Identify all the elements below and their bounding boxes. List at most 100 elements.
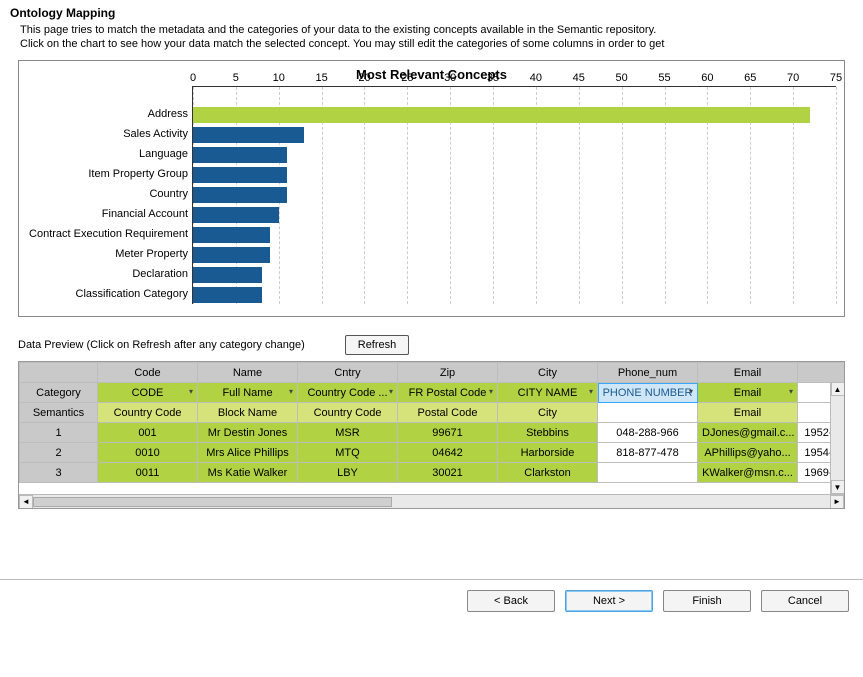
- scroll-right-icon[interactable]: ►: [830, 495, 844, 509]
- data-cell[interactable]: Harborside: [498, 443, 598, 463]
- chart-x-tick: 75: [830, 72, 842, 84]
- semantics-cell[interactable]: Country Code: [298, 403, 398, 423]
- wizard-footer: < Back Next > Finish Cancel: [0, 580, 863, 622]
- semantics-cell[interactable]: Block Name: [198, 403, 298, 423]
- scroll-thumb[interactable]: [33, 497, 392, 507]
- row-number: 3: [20, 463, 98, 483]
- chart-y-label: Language: [27, 144, 192, 164]
- category-dropdown[interactable]: Email: [698, 383, 798, 403]
- chart-x-tick: 15: [315, 72, 327, 84]
- back-button[interactable]: < Back: [467, 590, 555, 612]
- row-number: 2: [20, 443, 98, 463]
- data-cell[interactable]: 30021: [398, 463, 498, 483]
- row-number: 1: [20, 423, 98, 443]
- chart-x-tick: 5: [233, 72, 239, 84]
- category-dropdown[interactable]: CITY NAME: [498, 383, 598, 403]
- chart-bar[interactable]: [193, 127, 304, 143]
- page-title: Ontology Mapping: [10, 6, 853, 20]
- chart-x-tick: 50: [616, 72, 628, 84]
- data-cell[interactable]: DJones@gmail.c...: [698, 423, 798, 443]
- chart-y-labels: AddressSales ActivityLanguageItem Proper…: [27, 86, 192, 304]
- page-desc-1: This page tries to match the metadata an…: [20, 24, 853, 36]
- data-cell[interactable]: [598, 463, 698, 483]
- category-dropdown[interactable]: PHONE NUMBER: [598, 383, 698, 403]
- data-cell[interactable]: MSR: [298, 423, 398, 443]
- column-header[interactable]: City: [498, 363, 598, 383]
- chart-y-label: Country: [27, 184, 192, 204]
- category-row-header: Category: [20, 383, 98, 403]
- column-header[interactable]: Cntry: [298, 363, 398, 383]
- semantics-cell[interactable]: [598, 403, 698, 423]
- column-header[interactable]: Phone_num: [598, 363, 698, 383]
- chart-y-label: Meter Property: [27, 244, 192, 264]
- column-header[interactable]: Name: [198, 363, 298, 383]
- finish-button[interactable]: Finish: [663, 590, 751, 612]
- data-cell[interactable]: 048-288-966: [598, 423, 698, 443]
- next-button[interactable]: Next >: [565, 590, 653, 612]
- semantics-row-header: Semantics: [20, 403, 98, 423]
- cancel-button[interactable]: Cancel: [761, 590, 849, 612]
- chart-bar[interactable]: [193, 187, 287, 203]
- chart-x-tick: 40: [530, 72, 542, 84]
- category-dropdown[interactable]: CODE: [98, 383, 198, 403]
- category-dropdown[interactable]: Country Code ...: [298, 383, 398, 403]
- data-cell[interactable]: Clarkston: [498, 463, 598, 483]
- data-cell[interactable]: 04642: [398, 443, 498, 463]
- column-header[interactable]: Email: [698, 363, 798, 383]
- data-cell[interactable]: 0010: [98, 443, 198, 463]
- data-cell[interactable]: 818-877-478: [598, 443, 698, 463]
- data-cell[interactable]: MTQ: [298, 443, 398, 463]
- chart-x-tick: 65: [744, 72, 756, 84]
- page-desc-2: Click on the chart to see how your data …: [20, 38, 853, 50]
- chart-y-label: Item Property Group: [27, 164, 192, 184]
- chart-y-label: Sales Activity: [27, 124, 192, 144]
- chart-x-tick: 60: [701, 72, 713, 84]
- data-cell[interactable]: LBY: [298, 463, 398, 483]
- chart-x-tick: 0: [190, 72, 196, 84]
- chart-x-tick: 30: [444, 72, 456, 84]
- chart-x-tick: 20: [358, 72, 370, 84]
- data-cell[interactable]: 0011: [98, 463, 198, 483]
- chart-bar[interactable]: [193, 227, 270, 243]
- chart-x-tick: 35: [487, 72, 499, 84]
- scroll-up-icon[interactable]: ▲: [831, 382, 845, 396]
- chart-plot[interactable]: 051015202530354045505560657075: [192, 86, 836, 304]
- chart-x-tick: 70: [787, 72, 799, 84]
- refresh-button[interactable]: Refresh: [345, 335, 410, 355]
- column-header[interactable]: Code: [98, 363, 198, 383]
- scroll-left-icon[interactable]: ◄: [19, 495, 33, 509]
- chart-bar[interactable]: [193, 167, 287, 183]
- data-cell[interactable]: Mr Destin Jones: [198, 423, 298, 443]
- chart-bar[interactable]: [193, 107, 810, 123]
- chart-y-label: Contract Execution Requirement: [27, 224, 192, 244]
- data-cell[interactable]: Stebbins: [498, 423, 598, 443]
- chart-bar[interactable]: [193, 207, 279, 223]
- data-cell[interactable]: APhillips@yaho...: [698, 443, 798, 463]
- chart-x-tick: 55: [658, 72, 670, 84]
- semantics-cell[interactable]: City: [498, 403, 598, 423]
- chart-bar[interactable]: [193, 287, 262, 303]
- chart-y-label: Address: [27, 104, 192, 124]
- scroll-down-icon[interactable]: ▼: [831, 480, 845, 494]
- semantics-cell[interactable]: Postal Code: [398, 403, 498, 423]
- column-header[interactable]: Zip: [398, 363, 498, 383]
- semantics-cell[interactable]: Email: [698, 403, 798, 423]
- horizontal-scrollbar[interactable]: ◄ ►: [19, 494, 844, 508]
- semantics-cell[interactable]: Country Code: [98, 403, 198, 423]
- data-cell[interactable]: KWalker@msn.c...: [698, 463, 798, 483]
- chart-y-label: Classification Category: [27, 284, 192, 304]
- category-dropdown[interactable]: FR Postal Code: [398, 383, 498, 403]
- preview-label: Data Preview (Click on Refresh after any…: [18, 339, 305, 351]
- vertical-scrollbar[interactable]: ▲ ▼: [830, 382, 844, 494]
- category-dropdown[interactable]: Full Name: [198, 383, 298, 403]
- chart-y-label: Financial Account: [27, 204, 192, 224]
- data-cell[interactable]: Mrs Alice Phillips: [198, 443, 298, 463]
- data-cell[interactable]: 001: [98, 423, 198, 443]
- chart-x-labels: 051015202530354045505560657075: [193, 72, 836, 86]
- chart-container: Most Relevant Concepts AddressSales Acti…: [18, 60, 845, 317]
- chart-bar[interactable]: [193, 147, 287, 163]
- data-cell[interactable]: 99671: [398, 423, 498, 443]
- chart-bar[interactable]: [193, 267, 262, 283]
- chart-bar[interactable]: [193, 247, 270, 263]
- data-cell[interactable]: Ms Katie Walker: [198, 463, 298, 483]
